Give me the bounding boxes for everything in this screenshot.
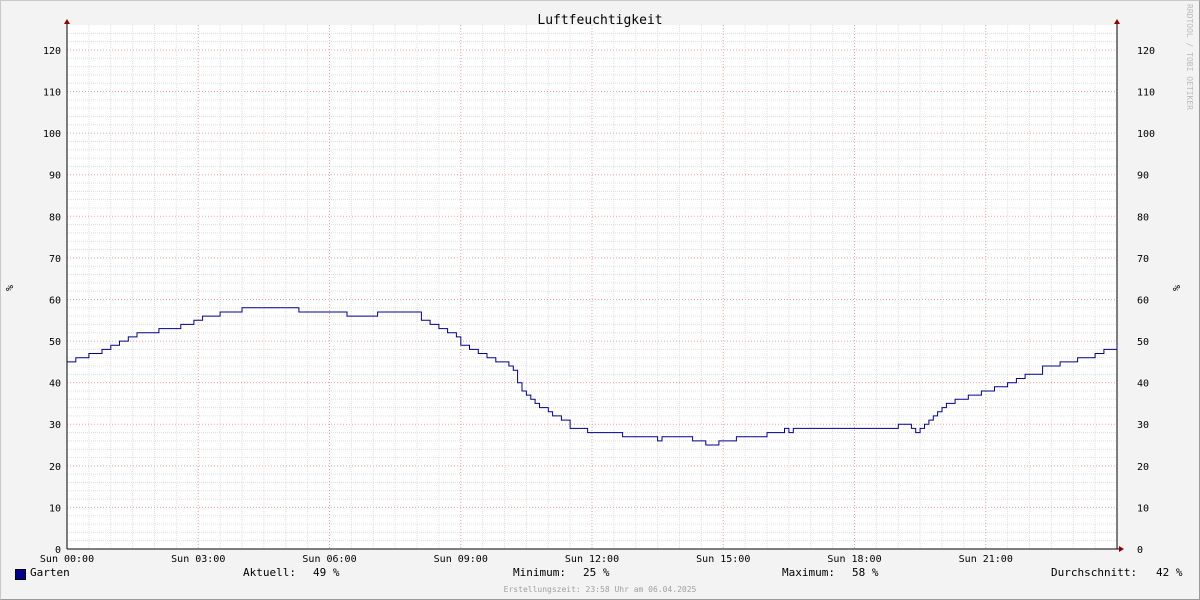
legend-current-label: Aktuell: — [243, 566, 296, 579]
x-axis-arrow — [1119, 546, 1124, 552]
legend-series-name: Garten — [30, 566, 70, 579]
legend-avg-label: Durchschnitt: — [1051, 566, 1138, 579]
y-tick-label-left: 90 — [49, 171, 61, 182]
y-tick-label-right: 30 — [1137, 420, 1149, 431]
legend-min-label: Minimum: — [513, 566, 566, 579]
y-axis-label-right: % — [1172, 285, 1183, 291]
x-tick-label: Sun 03:00 — [171, 554, 225, 565]
legend-avg-value: 42 % — [1156, 566, 1183, 579]
legend-color-swatch — [15, 569, 26, 580]
legend-max-value: 58 % — [852, 566, 879, 579]
y-tick-label-left: 60 — [49, 295, 61, 306]
x-tick-label: Sun 21:00 — [959, 554, 1013, 565]
y-tick-label-right: 60 — [1137, 295, 1149, 306]
y-tick-label-right: 10 — [1137, 503, 1149, 514]
y-tick-label-left: 30 — [49, 420, 61, 431]
x-tick-label: Sun 12:00 — [565, 554, 619, 565]
watermark: RRDTOOL / TOBI OETIKER — [1185, 4, 1194, 110]
y-tick-label-right: 100 — [1137, 129, 1155, 140]
y-tick-label-left: 50 — [49, 337, 61, 348]
legend-max-label: Maximum: — [782, 566, 835, 579]
x-tick-label: Sun 09:00 — [434, 554, 488, 565]
creation-timestamp: Erstellungszeit: 23:58 Uhr am 06.04.2025 — [503, 585, 697, 594]
chart-title: Luftfeuchtigkeit — [537, 13, 662, 28]
x-tick-label: Sun 06:00 — [302, 554, 356, 565]
legend-min-value: 25 % — [583, 566, 610, 579]
y-axis-arrow-right — [1114, 19, 1120, 24]
y-tick-label-left: 20 — [49, 462, 61, 473]
y-tick-label-right: 90 — [1137, 171, 1149, 182]
humidity-chart: 0 010 1020 2030 3040 4050 5060 6070 7080 8090 9010… — [5, 4, 1194, 565]
y-tick-label-right: 40 — [1137, 379, 1149, 390]
y-tick-label-left: 100 — [43, 129, 61, 140]
legend-current-value: 49 % — [313, 566, 340, 579]
x-tick-label: Sun 15:00 — [696, 554, 750, 565]
y-tick-label-right: 0 — [1137, 545, 1143, 556]
y-tick-label-left: 10 — [49, 503, 61, 514]
y-tick-label-right: 110 — [1137, 88, 1155, 99]
x-tick-label: Sun 00:00 — [40, 554, 94, 565]
y-tick-label-left: 40 — [49, 379, 61, 390]
x-tick-label: Sun 18:00 — [827, 554, 881, 565]
y-tick-label-left: 120 — [43, 46, 61, 57]
y-axis-arrow-left — [64, 19, 70, 24]
y-tick-label-right: 50 — [1137, 337, 1149, 348]
y-tick-label-left: 80 — [49, 212, 61, 223]
y-tick-label-left: 110 — [43, 88, 61, 99]
y-axis-label-left: % — [5, 285, 16, 291]
y-tick-label-right: 70 — [1137, 254, 1149, 265]
y-tick-label-right: 80 — [1137, 212, 1149, 223]
y-tick-label-right: 120 — [1137, 46, 1155, 57]
y-tick-label-left: 70 — [49, 254, 61, 265]
y-tick-label-right: 20 — [1137, 462, 1149, 473]
